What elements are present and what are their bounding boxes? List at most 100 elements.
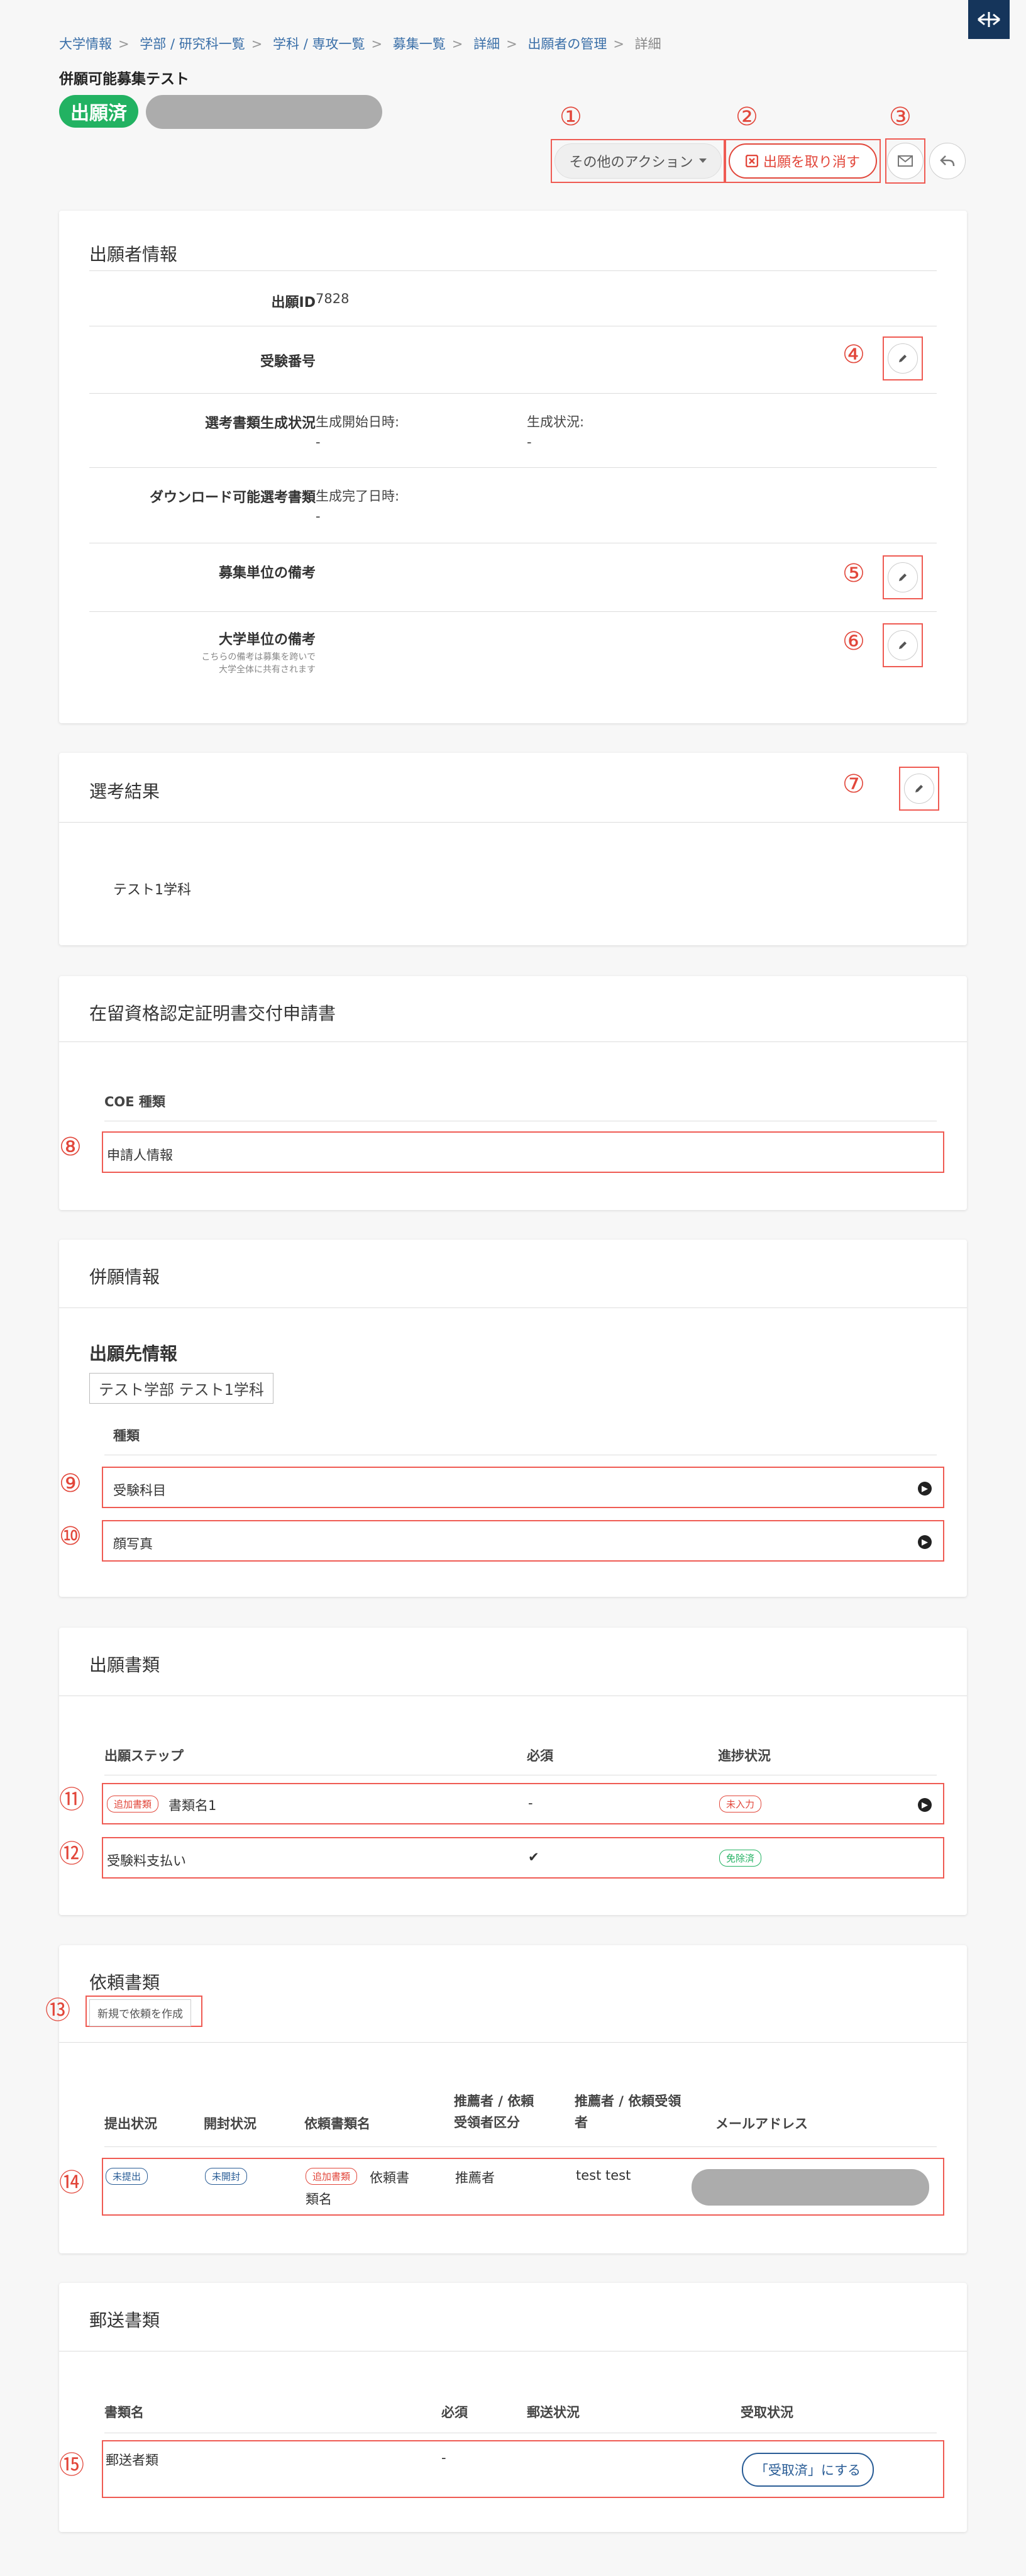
cancel-application-button[interactable]: 出願を取り消す <box>729 143 877 179</box>
breadcrumb-faculty[interactable]: 学部 / 研究科一覧 <box>140 36 245 52</box>
docs-row-fee[interactable]: 受験料支払い ✔ 免除済 <box>102 1837 944 1879</box>
marker-5: ⑤ <box>842 559 865 588</box>
marker-2: ② <box>736 103 758 131</box>
marker-10: ⑩ <box>59 1522 82 1551</box>
mail-col-required: 必須 <box>441 2405 468 2420</box>
send-mail-button[interactable] <box>887 143 924 179</box>
recipient-name: test test <box>576 2168 631 2183</box>
marker-15: ⑮ <box>59 2451 84 2480</box>
doc-name: 受験料支払い <box>107 1853 186 1868</box>
docs-col-progress: 進捗状況 <box>718 1748 771 1763</box>
edit-selection-button[interactable] <box>904 774 934 804</box>
mail-doc-name: 郵送者類 <box>106 2453 158 2468</box>
divider <box>59 822 967 823</box>
docs-col-step: 出願ステップ <box>104 1748 184 1763</box>
coe-title: 在留資格認定証明書交付申請書 <box>89 1003 336 1024</box>
docs-row-additional[interactable]: 追加書類 書類名1 - 未入力 ▶ <box>102 1783 944 1824</box>
req-col-type-1: 推薦者 / 依頼 <box>454 2094 534 2109</box>
gen-done-value: - <box>316 509 321 524</box>
edit-univ-note-button[interactable] <box>888 630 918 660</box>
coe-row-label: 申請人情報 <box>107 1148 173 1163</box>
univ-note-sub1: こちらの備考は募集を跨いで <box>201 652 316 662</box>
gen-status-label: 生成状況: <box>527 414 585 430</box>
exam-number-label: 受験番号 <box>260 354 316 370</box>
edit-exam-number-button[interactable] <box>888 343 918 374</box>
gen-start-value: - <box>316 435 321 450</box>
breadcrumb: 大学情報 > 学部 / 研究科一覧 > 学科 / 専攻一覧 > 募集一覧 > 詳細 > 出… <box>59 36 661 52</box>
submit-status-tag: 未提出 <box>106 2168 148 2185</box>
doc-name: 書類名1 <box>168 1798 217 1813</box>
doc-generation-label: 選考書類生成状況 <box>204 416 316 431</box>
coe-row-applicant[interactable]: 申請人情報 <box>102 1131 944 1173</box>
gen-status-value: - <box>527 435 532 450</box>
marker-14: ⑭ <box>59 2168 84 2197</box>
mail-row: 郵送者類 - 「受取済」にする <box>102 2440 944 2498</box>
pencil-icon <box>899 355 907 362</box>
selection-result-title: 選考結果 <box>89 781 160 802</box>
doc-status-tag: 未入力 <box>719 1796 762 1813</box>
breadcrumb-recruit[interactable]: 募集一覧 <box>393 36 446 52</box>
request-row[interactable]: 未提出 未開封 追加書類 依頼書 類名 推薦者 test test <box>102 2158 944 2216</box>
unit-note-label: 募集単位の備考 <box>218 565 316 581</box>
mail-col-receipt: 受取状況 <box>741 2405 793 2420</box>
breadcrumb-dept[interactable]: 学科 / 専攻一覧 <box>273 36 365 52</box>
divider <box>89 270 937 271</box>
chevron-right-icon: ▶ <box>918 1798 932 1812</box>
gen-start-label: 生成開始日時: <box>316 414 400 430</box>
chevron-right-icon: ▶ <box>918 1535 932 1549</box>
open-status-tag: 未開封 <box>205 2168 248 2185</box>
breadcrumb-detail[interactable]: 詳細 <box>473 36 500 52</box>
additional-doc-tag: 追加書類 <box>306 2168 358 2185</box>
create-request-button[interactable]: 新規で依頼を作成 <box>89 1999 191 2026</box>
joint-row-exam-subject[interactable]: 受験科目 ▶ <box>102 1467 944 1508</box>
univ-note-label: 大学単位の備考 <box>218 632 316 648</box>
divider <box>59 1041 967 1042</box>
destination-tag: テスト学部 テスト1学科 <box>89 1373 273 1404</box>
joint-row-photo[interactable]: 顔写真 ▶ <box>102 1520 944 1562</box>
cancel-square-icon <box>745 155 758 167</box>
joint-row-label: 受験科目 <box>113 1483 166 1498</box>
applicant-info-card: 出願者情報 出願ID 7828 受験番号 ④ 選考書類生成状況 生成開始日時: … <box>59 211 967 723</box>
breadcrumb-applicants[interactable]: 出願者の管理 <box>527 36 607 52</box>
back-button[interactable] <box>929 143 966 179</box>
req-col-recipient-2: 者 <box>575 2115 588 2130</box>
request-docs-card: 依頼書類 ⑬ 新規で依頼を作成 提出状況 開封状況 依頼書類名 推薦者 / 依頼… <box>45 1945 967 2253</box>
cancel-application-label: 出願を取り消す <box>763 155 860 170</box>
application-id-label: 出願ID <box>271 295 316 311</box>
marker-9: ⑨ <box>59 1469 82 1498</box>
req-col-open: 開封状況 <box>204 2116 256 2131</box>
joint-type-header: 種類 <box>113 1428 140 1443</box>
mail-docs-title: 郵送書類 <box>89 2310 160 2331</box>
expand-horizontal-icon <box>978 12 1000 27</box>
masked-email <box>692 2169 929 2206</box>
mark-received-button[interactable]: 「受取済」にする <box>742 2453 874 2487</box>
joint-info-title: 併願情報 <box>89 1267 160 1287</box>
caret-down-icon <box>699 158 707 163</box>
request-docs-title: 依頼書類 <box>89 1972 160 1993</box>
breadcrumb-univ[interactable]: 大学情報 <box>59 36 112 52</box>
coe-card: 在留資格認定証明書交付申請書 COE 種類 ⑧ 申請人情報 <box>59 976 967 1210</box>
edit-unit-note-button[interactable] <box>888 562 918 592</box>
docs-col-required: 必須 <box>527 1748 553 1763</box>
divider <box>89 611 937 612</box>
masked-applicant-name <box>146 95 382 129</box>
selection-result-value: テスト1学科 <box>113 882 191 898</box>
doc-status-tag: 免除済 <box>719 1850 762 1867</box>
marker-4: ④ <box>842 340 865 369</box>
marker-11: ⑪ <box>59 1785 84 1814</box>
selection-result-card: 選考結果 ⑦ テスト1学科 <box>59 753 967 945</box>
page-title: 併願可能募集テスト <box>59 71 189 87</box>
request-name-2: 類名 <box>306 2192 332 2207</box>
breadcrumb-current: 詳細 <box>634 36 661 52</box>
gen-done-label: 生成完了日時: <box>316 489 400 504</box>
more-actions-dropdown[interactable]: その他のアクション <box>554 143 722 179</box>
marker-8: ⑧ <box>59 1133 82 1162</box>
marker-6: ⑥ <box>842 627 865 656</box>
pencil-icon <box>899 641 907 649</box>
req-col-recipient-1: 推薦者 / 依頼受領 <box>575 2094 681 2109</box>
applicant-info-title: 出願者情報 <box>89 244 178 265</box>
marker-1: ① <box>560 103 582 131</box>
marker-3: ③ <box>889 103 912 131</box>
status-badge: 出願済 <box>59 95 138 128</box>
expand-toggle-button[interactable] <box>968 0 1010 39</box>
